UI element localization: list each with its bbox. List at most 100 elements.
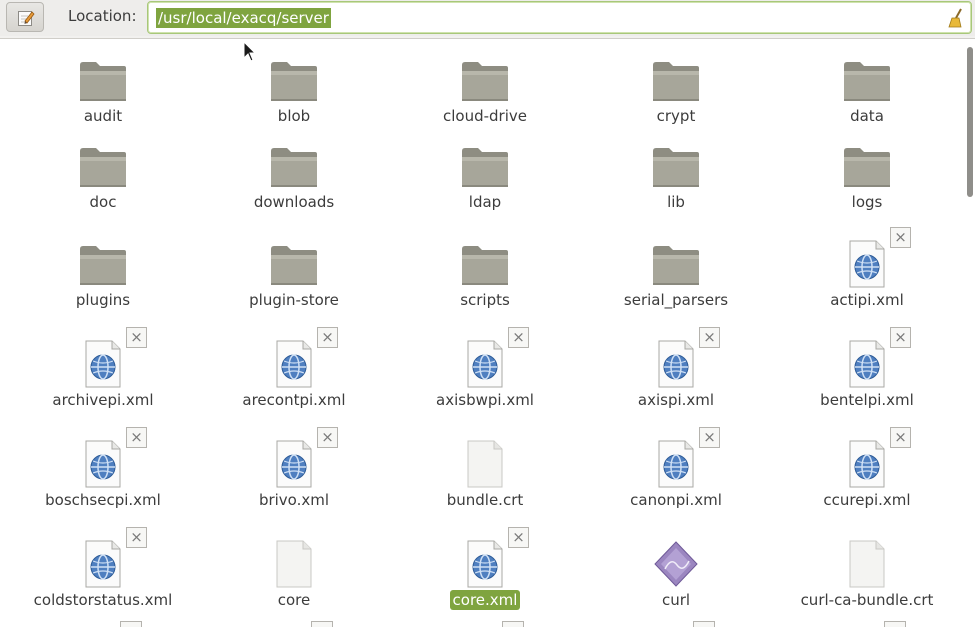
folder-icon xyxy=(651,141,701,191)
file-item[interactable]: × arecontpi.xml xyxy=(199,327,389,433)
file-name: axispi.xml xyxy=(637,391,715,409)
location-input[interactable]: /usr/local/exacq/server xyxy=(147,1,972,34)
file-name: data xyxy=(850,107,884,125)
scrollbar-thumb[interactable] xyxy=(967,47,973,197)
folder-icon xyxy=(78,55,128,105)
location-toolbar: Location: /usr/local/exacq/server xyxy=(0,0,975,36)
file-item[interactable]: × bentelpi.xml xyxy=(772,327,962,433)
file-name: logs xyxy=(851,193,883,211)
file-name: coldstorstatus.xml xyxy=(33,591,173,609)
file-item[interactable]: × ccurepi.xml xyxy=(772,427,962,533)
file-item[interactable]: × archivepi.xml xyxy=(8,327,198,433)
file-label: core xyxy=(199,591,389,609)
file-item[interactable]: curl-ca-bundle.crt xyxy=(772,539,962,627)
file-label: boschsecpi.xml xyxy=(8,491,198,509)
file-name: serial_parsers xyxy=(623,291,729,309)
x-emblem-icon: × xyxy=(699,427,720,448)
file-item[interactable]: serial_parsers xyxy=(581,239,771,333)
xml-file-icon xyxy=(842,239,892,289)
xml-file-icon xyxy=(78,439,128,489)
xml-file-icon xyxy=(269,339,319,389)
x-emblem-icon xyxy=(884,621,906,627)
folder-icon xyxy=(460,55,510,105)
file-label: cloud-drive xyxy=(390,107,580,125)
edit-icon xyxy=(18,11,35,26)
file-name: cloud-drive xyxy=(443,107,527,125)
x-emblem-icon: × xyxy=(699,327,720,348)
x-emblem-icon xyxy=(693,621,715,627)
file-name: crypt xyxy=(656,107,696,125)
file-label: bundle.crt xyxy=(390,491,580,509)
x-emblem-icon: × xyxy=(126,327,147,348)
file-label: canonpi.xml xyxy=(581,491,771,509)
file-label: lib xyxy=(581,193,771,211)
folder-icon xyxy=(269,141,319,191)
file-name: ccurepi.xml xyxy=(823,491,911,509)
file-name: audit xyxy=(83,107,123,125)
file-item[interactable]: bundle.crt xyxy=(390,439,580,533)
file-item[interactable]: downloads xyxy=(199,141,389,235)
x-emblem-icon: × xyxy=(317,327,338,348)
file-label: axisbwpi.xml xyxy=(390,391,580,409)
folder-icon xyxy=(78,141,128,191)
file-item[interactable]: blob xyxy=(199,55,389,149)
x-emblem-icon: × xyxy=(890,327,911,348)
file-name: boschsecpi.xml xyxy=(45,491,161,509)
file-name: ldap xyxy=(468,193,502,211)
folder-icon xyxy=(460,239,510,289)
file-item[interactable]: × boschsecpi.xml xyxy=(8,427,198,533)
file-name: actipi.xml xyxy=(830,291,904,309)
file-item[interactable]: × core.xml xyxy=(390,527,580,627)
x-emblem-icon xyxy=(120,621,142,627)
file-item[interactable]: × brivo.xml xyxy=(199,427,389,533)
file-name: doc xyxy=(89,193,117,211)
file-item[interactable]: logs xyxy=(772,141,962,235)
file-name: blob xyxy=(277,107,311,125)
file-item[interactable]: audit xyxy=(8,55,198,149)
file-item[interactable]: curl xyxy=(581,539,771,627)
file-label: scripts xyxy=(390,291,580,309)
xml-file-icon xyxy=(78,339,128,389)
file-item[interactable]: × canonpi.xml xyxy=(581,427,771,533)
x-emblem-icon: × xyxy=(508,327,529,348)
file-label: crypt xyxy=(581,107,771,125)
clear-broom-icon[interactable] xyxy=(947,8,965,28)
toggle-location-button[interactable] xyxy=(6,2,44,32)
xml-file-icon xyxy=(842,339,892,389)
file-label: plugins xyxy=(8,291,198,309)
file-label: downloads xyxy=(199,193,389,211)
xml-file-icon xyxy=(269,439,319,489)
file-icon-view[interactable]: audit blob cloud-drive crypt data doc download… xyxy=(0,38,975,627)
file-label: serial_parsers xyxy=(581,291,771,309)
mouse-pointer-icon xyxy=(243,41,257,62)
file-item[interactable]: plugins xyxy=(8,239,198,333)
file-item[interactable]: × coldstorstatus.xml xyxy=(8,527,198,627)
file-item[interactable]: × axisbwpi.xml xyxy=(390,327,580,433)
file-item[interactable]: crypt xyxy=(581,55,771,149)
file-item[interactable]: scripts xyxy=(390,239,580,333)
file-label: doc xyxy=(8,193,198,211)
file-item[interactable]: data xyxy=(772,55,962,149)
folder-icon xyxy=(842,141,892,191)
file-item[interactable]: plugin-store xyxy=(199,239,389,333)
folder-icon xyxy=(651,55,701,105)
x-emblem-icon: × xyxy=(890,427,911,448)
folder-icon xyxy=(269,239,319,289)
folder-icon xyxy=(460,141,510,191)
file-item[interactable]: ldap xyxy=(390,141,580,235)
file-name: core.xml xyxy=(449,590,521,610)
file-item[interactable]: core xyxy=(199,539,389,627)
file-item[interactable]: lib xyxy=(581,141,771,235)
folder-icon xyxy=(269,55,319,105)
file-name: axisbwpi.xml xyxy=(436,391,534,409)
file-item[interactable]: × actipi.xml xyxy=(772,227,962,333)
file-label: audit xyxy=(8,107,198,125)
file-name: brivo.xml xyxy=(258,491,330,509)
file-item[interactable]: cloud-drive xyxy=(390,55,580,149)
file-item[interactable]: × axispi.xml xyxy=(581,327,771,433)
vertical-scrollbar[interactable] xyxy=(966,39,975,627)
file-item[interactable]: doc xyxy=(8,141,198,235)
xml-file-icon xyxy=(460,539,510,589)
x-emblem-icon: × xyxy=(890,227,911,248)
folder-icon xyxy=(78,239,128,289)
